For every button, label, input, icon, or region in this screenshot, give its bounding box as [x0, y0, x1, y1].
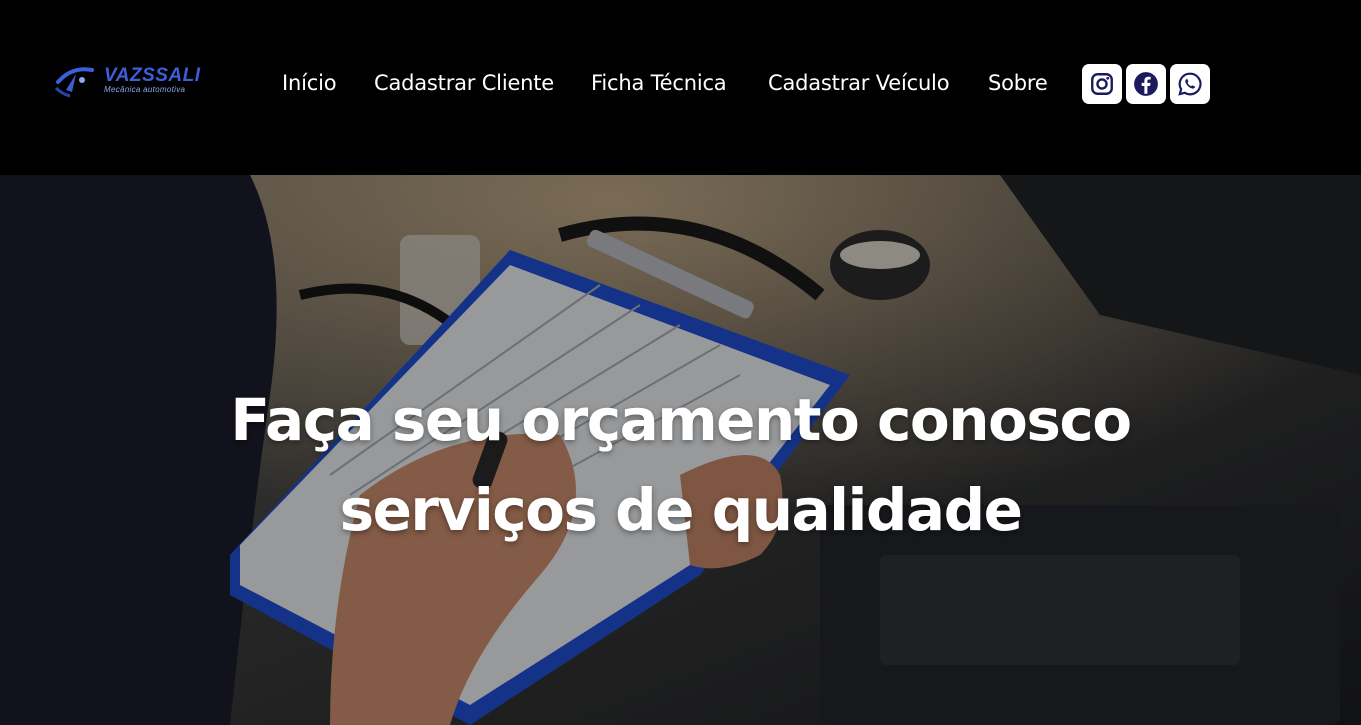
whatsapp-button[interactable] [1170, 64, 1210, 104]
hero-title: Faça seu orçamento conosco serviços de q… [0, 375, 1361, 555]
hero-title-line-2: serviços de qualidade [339, 476, 1023, 544]
hero-title-line-1: Faça seu orçamento conosco [230, 386, 1132, 454]
nav-item-cadastrar-veiculo[interactable]: Cadastrar Veículo [768, 71, 950, 95]
nav-item-cadastrar-cliente[interactable]: Cadastrar Cliente [374, 71, 554, 95]
logo-mark-icon [54, 67, 94, 98]
site-header: VAZSSALI Mecânica automotiva Início Cada… [0, 0, 1361, 175]
nav-item-ficha-tecnica[interactable]: Ficha Técnica [591, 71, 727, 95]
nav-item-inicio[interactable]: Início [282, 71, 337, 95]
brand-tagline: Mecânica automotiva [104, 85, 186, 94]
whatsapp-icon [1178, 72, 1202, 96]
instagram-button[interactable] [1082, 64, 1122, 104]
hero-banner: Faça seu orçamento conosco serviços de q… [0, 175, 1361, 725]
nav-item-sobre[interactable]: Sobre [988, 71, 1048, 95]
instagram-icon [1091, 73, 1113, 95]
facebook-button[interactable] [1126, 64, 1166, 104]
brand-name: VAZSSALI [104, 65, 201, 86]
brand-logo[interactable]: VAZSSALI Mecânica automotiva [52, 60, 212, 100]
facebook-icon [1134, 72, 1158, 96]
